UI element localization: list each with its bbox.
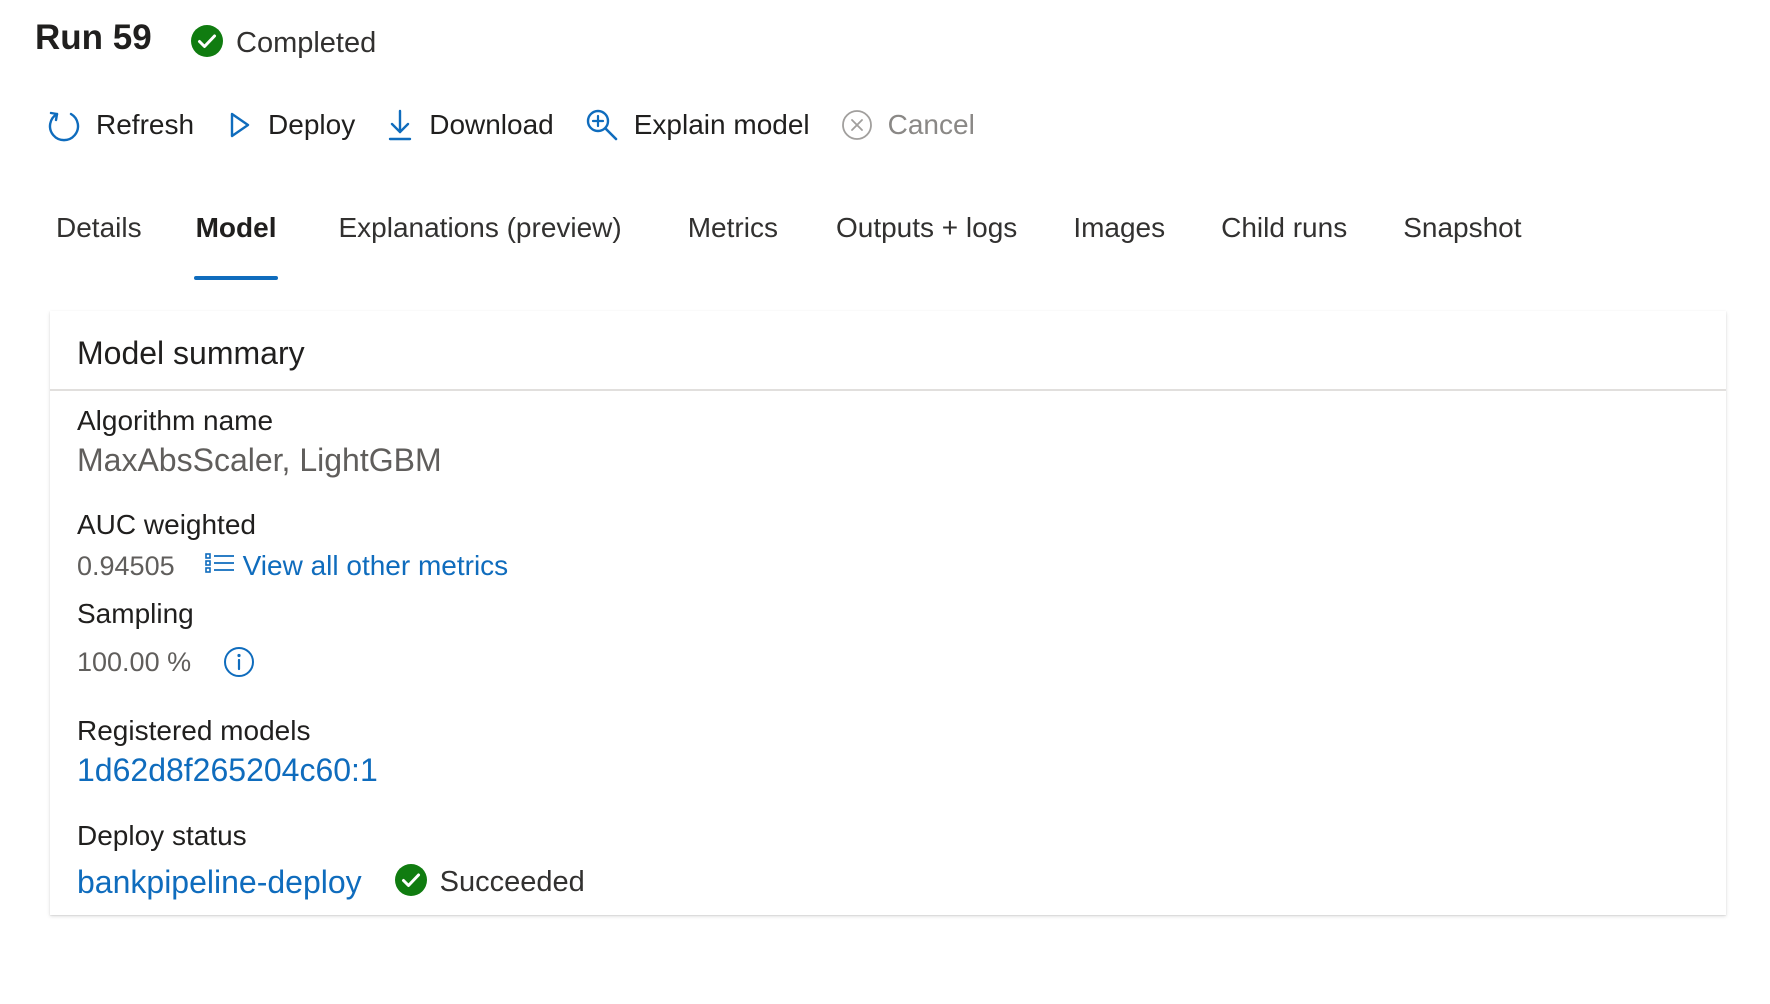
download-icon (385, 107, 415, 143)
explain-model-button[interactable]: Explain model (584, 107, 810, 143)
info-icon[interactable] (223, 646, 255, 678)
auc-weighted-label: AUC weighted (77, 509, 256, 540)
explain-model-label: Explain model (633, 109, 810, 140)
tab-outputs-logs[interactable]: Outputs + logs (836, 212, 1017, 280)
tab-model[interactable]: Model (193, 212, 279, 280)
tab-images[interactable]: Images (1073, 212, 1165, 280)
cancel-circle-icon (840, 108, 874, 142)
deploy-label: Deploy (268, 109, 356, 140)
zoom-in-icon (584, 107, 620, 143)
view-all-metrics-label: View all other metrics (242, 550, 509, 581)
refresh-label: Refresh (96, 109, 195, 140)
cancel-label: Cancel (887, 109, 975, 140)
tab-snapshot[interactable]: Snapshot (1403, 212, 1521, 280)
download-button[interactable]: Download (385, 107, 554, 143)
tab-explanations[interactable]: Explanations (preview) (338, 212, 621, 280)
card-divider (50, 389, 1726, 391)
auc-weighted-row: 0.94505 View all other metrics (77, 546, 508, 586)
cancel-button[interactable]: Cancel (840, 108, 975, 142)
tab-bar: Details Model Explanations (preview) Met… (56, 212, 1522, 280)
tab-child-runs[interactable]: Child runs (1221, 212, 1347, 280)
check-circle-icon (190, 24, 224, 63)
bulleted-list-icon (204, 550, 235, 582)
refresh-button[interactable]: Refresh (46, 107, 194, 143)
registered-models-label: Registered models (77, 715, 311, 746)
tab-details[interactable]: Details (56, 212, 142, 280)
deploy-status-row: bankpipeline-deploy Succeeded (77, 859, 585, 905)
deploy-status-badge: Succeeded (394, 863, 585, 902)
algorithm-name-value: MaxAbsScaler, LightGBM (77, 442, 442, 478)
sampling-label: Sampling (77, 598, 194, 629)
tab-metrics[interactable]: Metrics (688, 212, 778, 280)
page-title: Run 59 (35, 18, 152, 57)
deploy-button[interactable]: Deploy (224, 107, 355, 143)
sampling-row: 100.00 % (77, 642, 255, 682)
card-title: Model summary (77, 335, 305, 371)
refresh-icon (46, 107, 82, 143)
run-status-label: Completed (236, 27, 377, 59)
download-label: Download (429, 109, 554, 140)
run-status: Completed (190, 24, 376, 63)
deploy-status-text: Succeeded (439, 865, 585, 898)
toolbar: Refresh Deploy Download Explain model Ca… (46, 104, 1005, 146)
registered-model-link[interactable]: 1d62d8f265204c60:1 (77, 752, 378, 789)
algorithm-name-label: Algorithm name (77, 405, 274, 436)
view-all-metrics-link[interactable]: View all other metrics (204, 550, 509, 582)
deploy-status-label: Deploy status (77, 820, 247, 851)
sampling-value: 100.00 % (77, 646, 192, 677)
check-circle-icon (394, 863, 428, 902)
deployment-link[interactable]: bankpipeline-deploy (77, 864, 362, 901)
auc-weighted-value: 0.94505 (77, 550, 175, 581)
play-icon (224, 107, 254, 143)
model-summary-card: Model summary Algorithm name MaxAbsScale… (50, 311, 1726, 915)
